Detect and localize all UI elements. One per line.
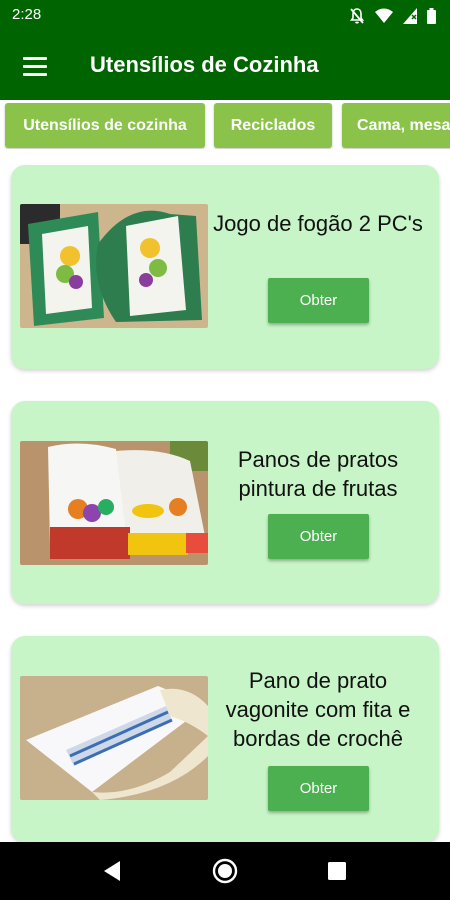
category-tabs: Utensílios de cozinha Reciclados Cama, m… — [0, 103, 450, 149]
back-icon[interactable] — [100, 858, 126, 884]
battery-icon — [427, 8, 436, 24]
hamburger-menu-icon[interactable] — [18, 50, 52, 84]
product-title: Pano de prato vagonite com fita e bordas… — [225, 668, 411, 751]
product-image — [20, 441, 208, 565]
category-chip-cama-mesa[interactable]: Cama, mesa — [342, 103, 450, 148]
home-icon[interactable] — [212, 858, 238, 884]
system-nav-bar — [0, 842, 450, 900]
product-card: Jogo de fogão 2 PC's Obter — [11, 165, 439, 369]
product-image — [20, 204, 208, 328]
category-chip-utensilios[interactable]: Utensílios de cozinha — [5, 103, 205, 148]
product-title: Panos de pratos pintura de frutas — [237, 447, 399, 501]
recents-icon[interactable] — [324, 858, 350, 884]
product-card: Pano de prato vagonite com fita e bordas… — [11, 636, 439, 842]
status-bar: 2:28 — [0, 0, 450, 32]
cell-signal-icon — [403, 8, 417, 24]
status-time: 2:28 — [12, 6, 42, 23]
product-image — [20, 676, 208, 800]
page-title: Utensílios de Cozinha — [90, 52, 319, 77]
app-bar: Utensílios de Cozinha — [0, 32, 450, 100]
status-icons — [349, 7, 436, 25]
category-chip-reciclados[interactable]: Reciclados — [214, 103, 332, 148]
wifi-icon — [375, 8, 393, 23]
obter-button[interactable]: Obter — [268, 278, 369, 323]
obter-button[interactable]: Obter — [268, 514, 369, 559]
notifications-off-icon — [349, 8, 365, 24]
product-card: Panos de pratos pintura de frutas Obter — [11, 401, 439, 604]
product-title: Jogo de fogão 2 PC's — [213, 211, 423, 236]
obter-button[interactable]: Obter — [268, 766, 369, 811]
